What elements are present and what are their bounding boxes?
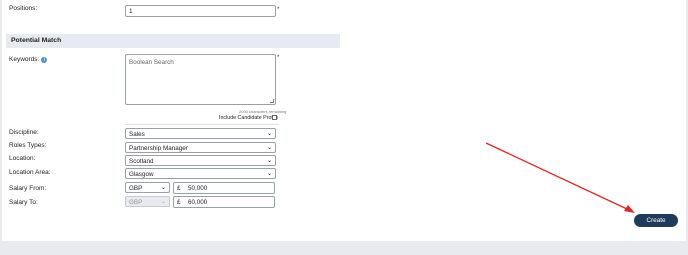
positions-label: Positions: [9, 5, 38, 12]
discipline-value: Sales [129, 131, 145, 138]
characters-remaining: 2000 characters remaining [239, 109, 287, 114]
salary-to-currency-select: GBP ⌄ [125, 196, 170, 207]
divider [125, 124, 279, 125]
salary-from-amount: 50,000 [188, 185, 208, 192]
keywords-label-text: Keywords: [9, 56, 40, 63]
pound-sign: £ [177, 199, 181, 206]
location-label: Location: [9, 155, 36, 162]
salary-to-input[interactable]: £60,000 [173, 196, 275, 208]
include-candidate-profile-label: Include Candidate Profile [219, 115, 279, 121]
keywords-placeholder: Boolean Search [129, 59, 174, 66]
chevron-down-icon: ⌄ [160, 199, 166, 205]
salary-from-currency: GBP [129, 185, 143, 192]
roles-types-select[interactable]: Partnership Manager ⌄ [125, 142, 276, 153]
create-button[interactable]: Create [634, 214, 678, 227]
chevron-down-icon: ⌄ [266, 145, 272, 151]
form-panel: Positions: 1 * Potential Match Keywords:… [2, 0, 686, 241]
chevron-down-icon: ⌄ [266, 171, 272, 177]
salary-from-input[interactable]: £50,000 [173, 182, 275, 194]
roles-types-value: Partnership Manager [129, 145, 188, 152]
salary-to-amount: 60,000 [188, 199, 208, 206]
location-select[interactable]: Scotland ⌄ [125, 155, 276, 166]
location-value: Scotland [129, 158, 154, 165]
discipline-label: Discipline: [9, 129, 39, 136]
salary-to-label: Salary To: [9, 199, 38, 206]
chevron-down-icon: ⌄ [160, 185, 166, 191]
required-marker: * [277, 7, 280, 13]
location-area-value: Glasgow [129, 171, 154, 178]
resize-handle-icon[interactable] [270, 99, 274, 103]
roles-types-label: Roles Types: [9, 142, 47, 149]
required-marker: * [277, 55, 280, 61]
include-candidate-profile-checkbox[interactable] [272, 115, 277, 120]
salary-from-currency-select[interactable]: GBP ⌄ [125, 182, 170, 193]
salary-to-currency: GBP [129, 199, 143, 206]
keywords-textarea[interactable]: Boolean Search [125, 54, 276, 105]
keywords-label: Keywords: i [9, 56, 48, 63]
chevron-down-icon: ⌄ [266, 131, 272, 137]
location-area-label: Location Area: [9, 169, 51, 176]
salary-from-label: Salary From: [9, 185, 47, 192]
section-header: Potential Match [6, 34, 340, 48]
location-area-select[interactable]: Glasgow ⌄ [125, 168, 276, 179]
discipline-select[interactable]: Sales ⌄ [125, 128, 276, 139]
positions-input[interactable]: 1 [125, 5, 276, 17]
pound-sign: £ [177, 185, 181, 192]
info-icon[interactable]: i [41, 57, 48, 63]
chevron-down-icon: ⌄ [266, 158, 272, 164]
